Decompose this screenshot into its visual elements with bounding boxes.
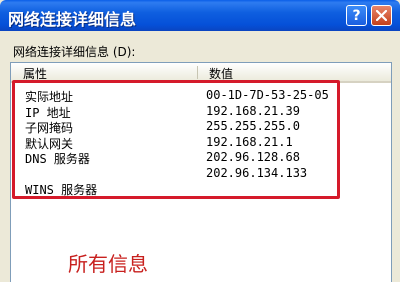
- question-mark-icon: ?: [352, 7, 361, 24]
- column-divider[interactable]: [197, 66, 198, 79]
- close-button[interactable]: [371, 5, 392, 26]
- window-title: 网络连接详细信息: [8, 10, 137, 29]
- close-icon: [376, 10, 387, 21]
- network-details-dialog: 网络连接详细信息 ? 网络连接详细信息 (D): 属性 数值 实际地址 00-1…: [0, 0, 400, 282]
- title-bar[interactable]: 网络连接详细信息 ?: [0, 0, 400, 31]
- details-section-label: 网络连接详细信息 (D):: [13, 45, 136, 59]
- highlight-box: [12, 80, 340, 199]
- help-button[interactable]: ?: [346, 5, 367, 26]
- annotation-text: 所有信息: [68, 252, 148, 276]
